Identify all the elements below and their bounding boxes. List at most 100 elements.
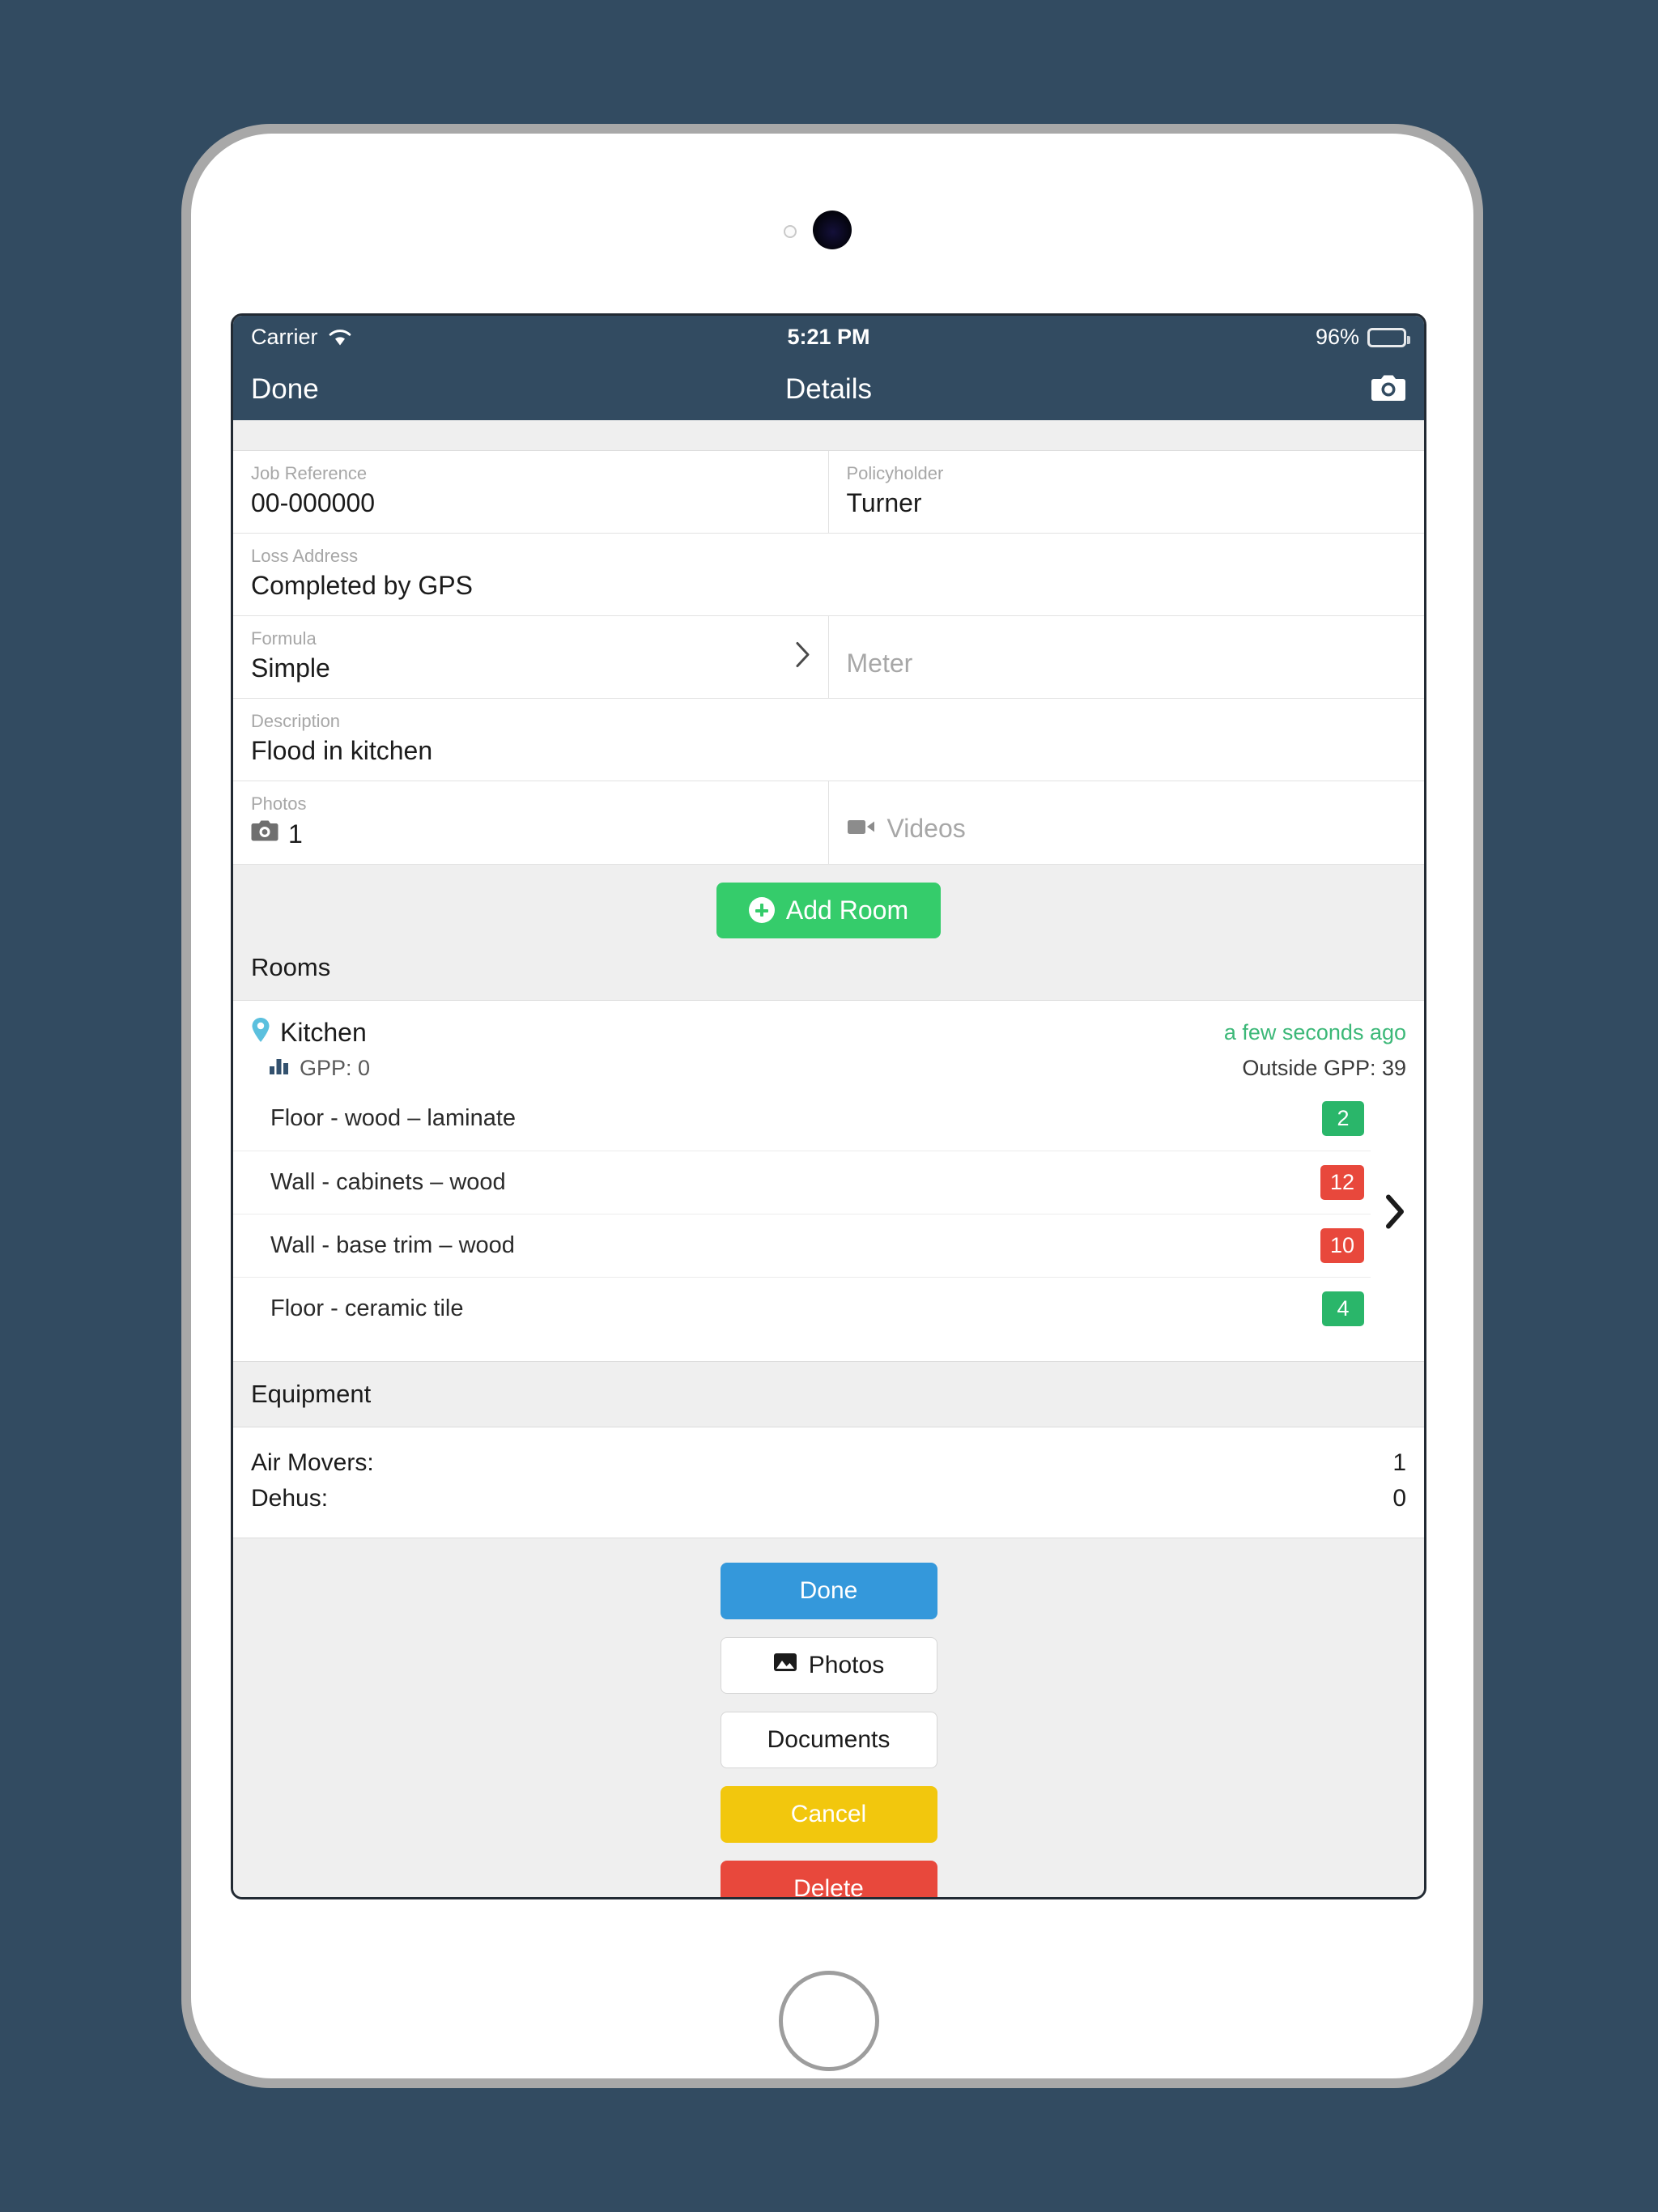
- add-room-button[interactable]: Add Room: [716, 882, 942, 938]
- rooms-toolbar: Add Room Rooms: [233, 864, 1424, 1001]
- photos-value-wrap: 1: [251, 819, 810, 849]
- chevron-right-icon[interactable]: [1384, 1193, 1406, 1233]
- room-name-wrap: Kitchen: [251, 1017, 367, 1049]
- camera-icon: [1371, 372, 1406, 407]
- formula-value: Simple: [251, 653, 330, 683]
- equipment-heading: Equipment: [233, 1360, 1424, 1427]
- photos-button[interactable]: Photos: [720, 1636, 937, 1694]
- cancel-button-label: Cancel: [790, 1800, 867, 1827]
- top-spacer: [233, 420, 1424, 451]
- front-camera: [813, 211, 852, 249]
- done-button[interactable]: Done: [720, 1562, 937, 1619]
- nav-camera-button[interactable]: [1371, 372, 1406, 407]
- battery-percent-label: 96%: [1315, 325, 1359, 349]
- job-detail-form: Job Reference 00-000000 Policyholder Tur…: [233, 451, 1424, 865]
- field-description[interactable]: Description Flood in kitchen: [233, 699, 1424, 781]
- air-movers-label: Air Movers:: [251, 1448, 374, 1476]
- status-bar-left: Carrier: [251, 325, 352, 350]
- done-button-label: Done: [799, 1576, 858, 1604]
- nav-bar: Done Details: [233, 359, 1424, 420]
- plus-circle-icon: [748, 897, 775, 924]
- field-meter[interactable]: Meter: [829, 616, 1425, 698]
- room-item-label: Wall - cabinets – wood: [270, 1168, 506, 1195]
- room-item-badge: 12: [1320, 1164, 1364, 1200]
- location-pin-icon: [251, 1017, 270, 1049]
- room-item-label: Floor - ceramic tile: [270, 1295, 464, 1321]
- air-movers-value: 1: [1392, 1448, 1406, 1476]
- field-formula[interactable]: Formula Simple: [233, 615, 829, 698]
- room-header-top: Kitchen a few seconds ago: [251, 1017, 1406, 1049]
- form-row-description: Description Flood in kitchen: [233, 699, 1424, 781]
- loss-address-label: Loss Address: [251, 545, 359, 566]
- documents-button[interactable]: Documents: [720, 1711, 937, 1768]
- rooms-heading: Rooms: [251, 952, 331, 981]
- image-icon: [773, 1651, 797, 1680]
- room-gpp-wrap: GPP: 0: [269, 1056, 370, 1081]
- room-item[interactable]: Wall - cabinets – wood 12: [233, 1150, 1371, 1214]
- formula-label: Formula: [251, 627, 317, 649]
- equipment-row-air-movers: Air Movers: 1: [251, 1445, 1406, 1481]
- room-item[interactable]: Wall - base trim – wood 10: [233, 1213, 1371, 1277]
- form-row-formula-meter: Formula Simple Meter: [233, 615, 1425, 699]
- add-room-label: Add Room: [785, 895, 909, 925]
- form-row-photos-videos: Photos 1 Videos: [233, 781, 1424, 865]
- form-row-loss-address: Loss Address Completed by GPS: [233, 534, 1424, 616]
- photos-button-label: Photos: [808, 1651, 885, 1678]
- room-card: Kitchen a few seconds ago GPP: 0 Outside…: [233, 1000, 1424, 1361]
- page-title: Details: [785, 373, 872, 405]
- delete-button[interactable]: Delete: [720, 1860, 937, 1899]
- cancel-button[interactable]: Cancel: [720, 1785, 937, 1843]
- videos-placeholder-wrap: Videos: [847, 794, 1407, 844]
- equipment-row-dehus: Dehus: 0: [251, 1481, 1406, 1516]
- room-item-badge: 2: [1322, 1101, 1364, 1137]
- room-item-label: Wall - base trim – wood: [270, 1231, 515, 1258]
- status-bar: Carrier 5:21 PM 96%: [233, 316, 1424, 359]
- room-header-bottom: GPP: 0 Outside GPP: 39: [251, 1056, 1406, 1081]
- battery-icon: [1367, 327, 1410, 347]
- wifi-icon: [328, 329, 352, 347]
- delete-button-label: Delete: [793, 1874, 864, 1899]
- room-item-label: Floor - wood – laminate: [270, 1105, 517, 1132]
- room-item-badge: 4: [1322, 1291, 1364, 1326]
- policyholder-label: Policyholder: [846, 463, 944, 483]
- app-screen: Carrier 5:21 PM 96% Done Details Job Ref…: [231, 313, 1426, 1899]
- dehus-label: Dehus:: [251, 1484, 329, 1512]
- bar-chart-icon: [269, 1056, 290, 1081]
- field-loss-address[interactable]: Loss Address Completed by GPS: [233, 534, 1424, 615]
- room-gpp-label: GPP: 0: [300, 1055, 371, 1080]
- chevron-right-icon: [794, 641, 812, 673]
- photos-label: Photos: [251, 793, 307, 814]
- room-item[interactable]: Floor - ceramic tile 4: [233, 1276, 1371, 1340]
- room-name: Kitchen: [280, 1018, 367, 1048]
- room-card-footer-spacer: [233, 1340, 1424, 1361]
- videos-label: Videos: [886, 813, 966, 843]
- home-button[interactable]: [779, 1971, 879, 2071]
- video-camera-icon: [847, 814, 876, 844]
- camera-icon: [251, 819, 278, 849]
- room-item[interactable]: Floor - wood – laminate 2: [233, 1087, 1371, 1151]
- status-bar-time: 5:21 PM: [787, 325, 870, 349]
- room-item-badge: 10: [1320, 1227, 1364, 1263]
- dehus-value: 0: [1392, 1484, 1406, 1512]
- photos-count: 1: [288, 819, 303, 849]
- field-job-reference[interactable]: Job Reference 00-000000: [233, 451, 829, 533]
- job-reference-value: 00-000000: [251, 488, 376, 518]
- description-label: Description: [251, 710, 341, 731]
- meter-placeholder: Meter: [846, 648, 913, 678]
- loss-address-value: Completed by GPS: [251, 571, 473, 601]
- room-header[interactable]: Kitchen a few seconds ago GPP: 0 Outside…: [233, 1001, 1424, 1087]
- ambient-light-sensor: [784, 225, 797, 238]
- policyholder-value: Turner: [846, 488, 922, 518]
- action-button-group: Done Photos Documents Cancel Delete: [233, 1538, 1424, 1899]
- screenshot-stage: Carrier 5:21 PM 96% Done Details Job Ref…: [0, 0, 1658, 2212]
- field-policyholder[interactable]: Policyholder Turner: [829, 451, 1425, 533]
- documents-button-label: Documents: [767, 1725, 891, 1753]
- job-reference-label: Job Reference: [251, 463, 368, 483]
- nav-done-button[interactable]: Done: [251, 373, 319, 406]
- field-photos[interactable]: Photos 1: [233, 781, 829, 864]
- room-items-list: Floor - wood – laminate 2 Wall - cabinet…: [233, 1087, 1424, 1340]
- field-videos[interactable]: Videos: [829, 781, 1425, 864]
- equipment-body: Air Movers: 1 Dehus: 0: [233, 1427, 1424, 1538]
- form-row-reference-policyholder: Job Reference 00-000000 Policyholder Tur…: [233, 451, 1424, 534]
- description-value: Flood in kitchen: [251, 736, 433, 766]
